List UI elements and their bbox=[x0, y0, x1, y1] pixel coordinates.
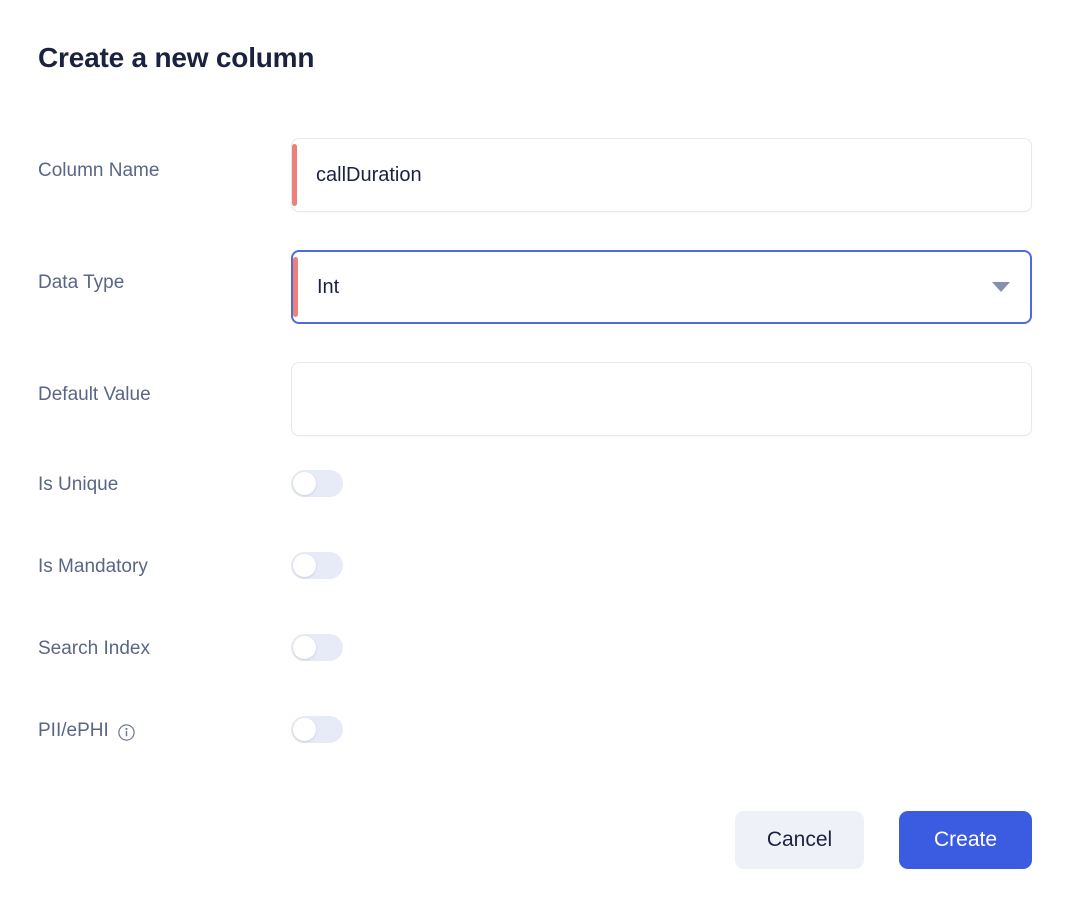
create-column-dialog: Create a new column Column Name Data Typ… bbox=[0, 0, 1068, 908]
default-value-input[interactable] bbox=[291, 362, 1032, 436]
label-is-unique: Is Unique bbox=[38, 473, 118, 497]
default-value-input-shell bbox=[291, 362, 1032, 436]
control-default-value bbox=[291, 362, 1032, 436]
form-row-pii-ephi: PII/ePHI bbox=[0, 702, 1068, 784]
info-icon[interactable] bbox=[118, 723, 135, 741]
dialog-footer: Cancel Create bbox=[0, 811, 1068, 869]
label-is-mandatory-text: Is Mandatory bbox=[38, 556, 148, 577]
column-name-input-shell bbox=[291, 138, 1032, 212]
toggle-is-unique[interactable] bbox=[291, 470, 343, 497]
label-data-type: Data Type bbox=[38, 271, 124, 295]
form-row-is-unique: Is Unique bbox=[0, 456, 1068, 538]
toggle-search-index[interactable] bbox=[291, 634, 343, 661]
toggle-pii-ephi[interactable] bbox=[291, 716, 343, 743]
label-default-value-text: Default Value bbox=[38, 384, 151, 405]
label-column-name: Column Name bbox=[38, 159, 159, 183]
form-row-is-mandatory: Is Mandatory bbox=[0, 538, 1068, 620]
label-is-unique-text: Is Unique bbox=[38, 474, 119, 495]
create-column-form: Column Name Data Type Int bbox=[0, 120, 1068, 784]
label-pii-ephi-text: PII/ePHI bbox=[38, 720, 109, 741]
data-type-select[interactable]: Int bbox=[291, 250, 1032, 324]
label-column-name-text: Column Name bbox=[38, 160, 160, 181]
label-is-mandatory: Is Mandatory bbox=[38, 555, 148, 579]
page-title: Create a new column bbox=[38, 42, 315, 73]
label-data-type-text: Data Type bbox=[38, 272, 125, 293]
toggle-knob bbox=[293, 554, 316, 577]
label-pii-ephi: PII/ePHI bbox=[38, 719, 135, 743]
label-search-index-text: Search Index bbox=[38, 638, 150, 659]
form-row-default-value: Default Value bbox=[0, 344, 1068, 456]
form-row-search-index: Search Index bbox=[0, 620, 1068, 702]
form-row-column-name: Column Name bbox=[0, 120, 1068, 232]
toggle-knob bbox=[293, 472, 316, 495]
toggle-knob bbox=[293, 636, 316, 659]
cancel-button[interactable]: Cancel bbox=[735, 811, 864, 869]
form-row-data-type: Data Type Int bbox=[0, 232, 1068, 344]
toggle-knob bbox=[293, 718, 316, 741]
label-default-value: Default Value bbox=[38, 383, 151, 407]
label-search-index: Search Index bbox=[38, 637, 150, 661]
create-button[interactable]: Create bbox=[899, 811, 1032, 869]
control-data-type: Int bbox=[291, 250, 1032, 324]
data-type-select-shell: Int bbox=[291, 250, 1032, 324]
toggle-is-mandatory[interactable] bbox=[291, 552, 343, 579]
column-name-input[interactable] bbox=[291, 138, 1032, 212]
control-column-name bbox=[291, 138, 1032, 212]
